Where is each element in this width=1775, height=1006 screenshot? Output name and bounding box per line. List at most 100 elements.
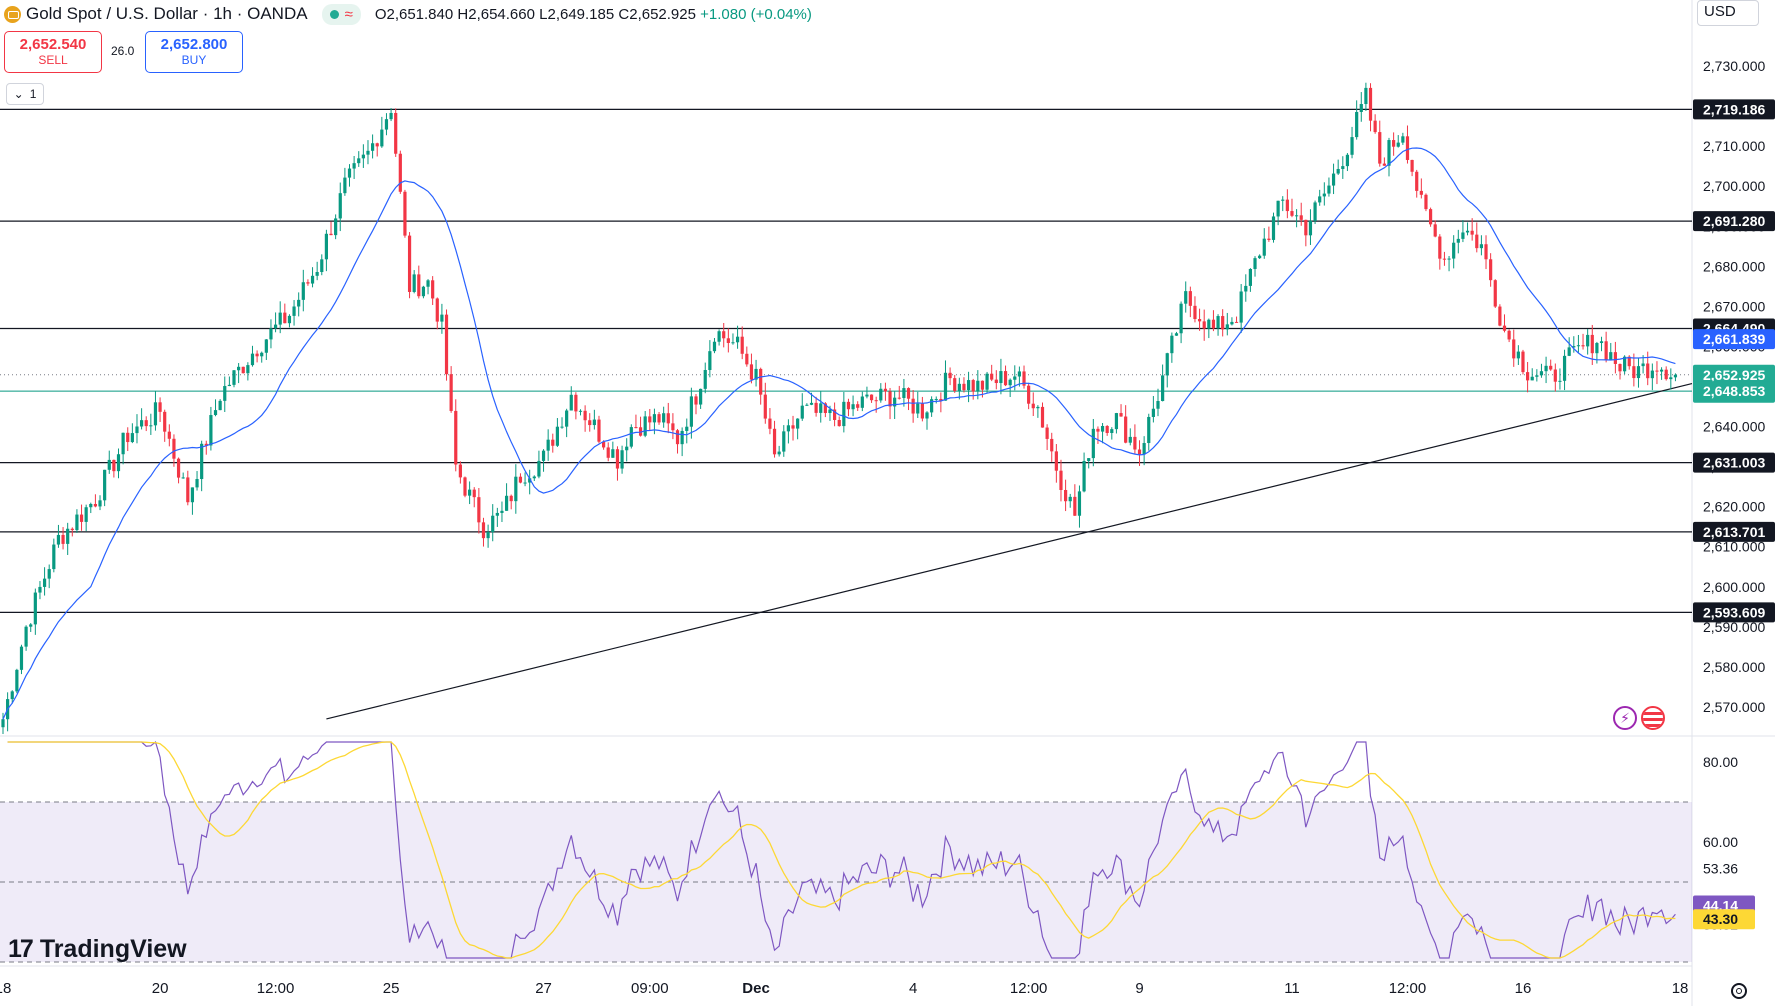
candle-body	[652, 414, 657, 423]
time-tick-label: 18	[0, 980, 11, 997]
price-tick-label: 2,620.000	[1703, 499, 1765, 515]
sell-button[interactable]: 2,652.540 SELL	[4, 31, 102, 73]
candle-body	[1299, 215, 1303, 220]
candle-body	[569, 394, 573, 411]
candle-body	[846, 401, 851, 410]
price-chart[interactable]: 2,730.0002,720.0002,710.0002,700.0002,69…	[0, 0, 1775, 1006]
candle-body	[200, 443, 204, 480]
candle-body	[1387, 140, 1391, 166]
candle-body	[1613, 352, 1617, 364]
candle-body	[985, 373, 989, 390]
candle-body	[1567, 347, 1571, 356]
candle-body	[680, 430, 684, 445]
interval-label[interactable]: 1h	[213, 4, 232, 24]
sell-price: 2,652.540	[19, 36, 87, 53]
candle-body	[135, 426, 139, 434]
candle-body	[1641, 363, 1645, 367]
candle-body	[1142, 443, 1146, 455]
candle-body	[1364, 87, 1368, 105]
candle-body	[805, 404, 809, 406]
candle-body	[906, 388, 911, 399]
candle-body	[712, 341, 717, 352]
candle-body	[1017, 371, 1021, 377]
candle-body	[1452, 242, 1456, 259]
candle-body	[338, 193, 342, 219]
candle-body	[15, 669, 19, 692]
candle-body	[1507, 330, 1511, 340]
candle-body	[1599, 341, 1604, 344]
candle-body	[1382, 163, 1386, 166]
change-value: +1.080 (+0.04%)	[700, 5, 812, 23]
candle-body	[264, 339, 268, 353]
market-status-badge[interactable]: ≈	[321, 3, 361, 25]
time-tick-label: 16	[1515, 980, 1532, 997]
candle-body	[56, 534, 61, 545]
candle-body	[966, 380, 971, 391]
candle-body	[1165, 353, 1169, 376]
candle-body	[879, 388, 883, 401]
candle-body	[315, 272, 319, 276]
candle-body	[89, 503, 93, 508]
lightning-icon[interactable]: ⚡	[1613, 706, 1637, 730]
candle-body	[629, 427, 633, 447]
candle-body	[269, 328, 273, 340]
candle-body	[796, 418, 800, 429]
symbol-name[interactable]: Gold Spot / U.S. Dollar	[26, 4, 198, 24]
candle-body	[1091, 428, 1095, 459]
candle-body	[740, 336, 744, 354]
us-flag-icon[interactable]	[1641, 706, 1665, 730]
candle-body	[1059, 470, 1063, 490]
candle-body	[560, 426, 564, 428]
candle-body	[1392, 140, 1396, 147]
candle-body	[347, 168, 352, 178]
candle-body	[948, 372, 952, 379]
candle-body	[371, 143, 375, 151]
candle-body	[1119, 413, 1123, 417]
candle-body	[158, 402, 162, 412]
candle-body	[153, 402, 158, 426]
candle-body	[98, 500, 102, 507]
candle-body	[874, 400, 878, 402]
candle-body	[1248, 268, 1252, 286]
candle-body	[1147, 416, 1151, 444]
candle-body	[1355, 111, 1359, 138]
candle-body	[431, 280, 435, 299]
time-tick-label: 12:00	[257, 980, 295, 997]
candle-body	[1438, 236, 1442, 259]
candle-body	[1484, 244, 1488, 260]
candle-body	[648, 416, 652, 423]
currency-selector[interactable]: USD	[1697, 0, 1759, 26]
candle-body	[1327, 185, 1331, 194]
candle-body	[412, 274, 416, 292]
gear-icon[interactable]	[1731, 983, 1747, 999]
candle-body	[149, 425, 153, 427]
candle-body	[662, 413, 666, 423]
buy-button[interactable]: 2,652.800 BUY	[145, 31, 243, 73]
candle-body	[181, 477, 185, 479]
candle-body	[703, 370, 707, 389]
candle-body	[1461, 232, 1465, 239]
candle-body	[1027, 385, 1031, 404]
candle-body	[1211, 319, 1216, 329]
tradingview-logo[interactable]: 17 TradingView	[8, 935, 187, 964]
candle-body	[1410, 159, 1414, 172]
candle-body	[324, 233, 328, 260]
candle-body	[523, 482, 527, 484]
candle-body	[366, 150, 370, 155]
candle-body	[1535, 375, 1539, 377]
candle-body	[865, 394, 869, 397]
candle-body	[722, 331, 726, 339]
price-tick-label: 2,730.000	[1703, 58, 1765, 74]
candle-body	[42, 578, 47, 587]
candle-body	[463, 477, 467, 496]
candle-body	[278, 312, 282, 325]
candle-body	[454, 410, 458, 465]
gold-coin-icon	[4, 5, 21, 23]
candle-body	[1114, 413, 1119, 430]
sell-label: SELL	[38, 53, 68, 67]
candle-body	[726, 338, 730, 343]
indicator-collapse-toggle[interactable]: ⌄ 1	[6, 83, 44, 105]
candle-body	[759, 368, 763, 395]
candle-body	[38, 586, 42, 593]
candle-body	[255, 353, 259, 357]
